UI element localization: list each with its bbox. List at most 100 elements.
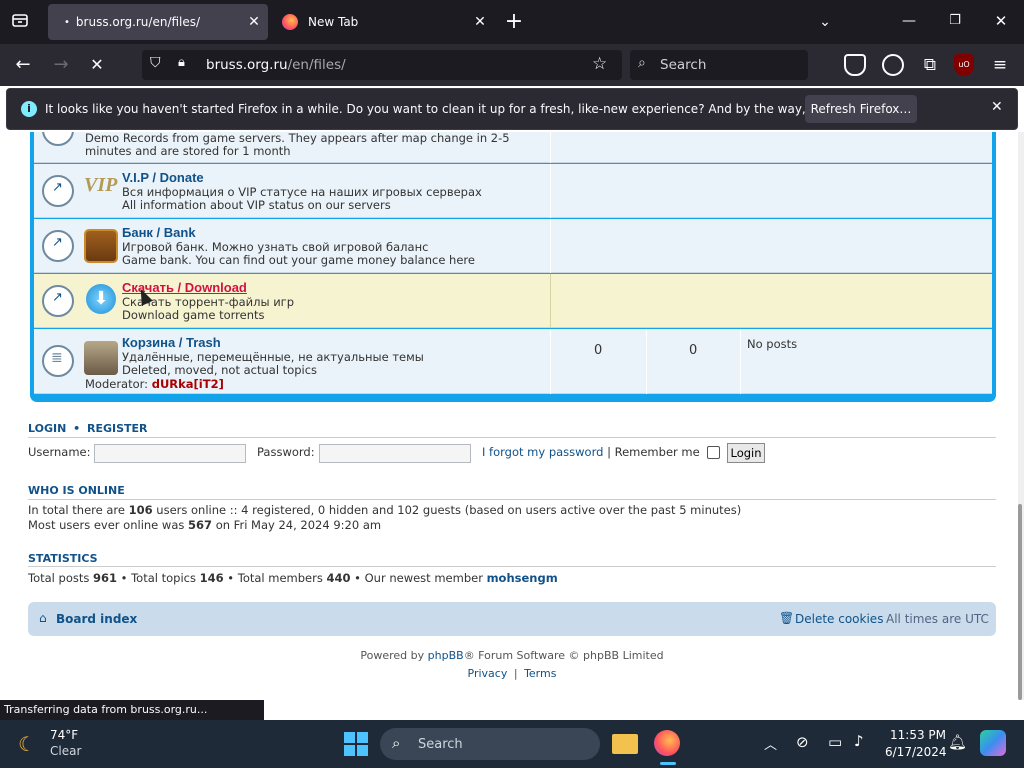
network-off-icon[interactable]: ⊘ <box>796 733 809 751</box>
download-arrow-icon: ⬇ <box>86 284 116 314</box>
taskbar-search-placeholder: Search <box>418 737 463 752</box>
home-icon: ⌂ <box>39 611 47 625</box>
menu-hamburger-icon[interactable]: ≡ <box>988 52 1012 78</box>
search-bar[interactable]: ⌕ Search <box>630 50 808 80</box>
copyright: Powered by phpBB® Forum Software © phpBB… <box>360 649 664 662</box>
login-options: I forgot my password | Remember me <box>482 445 700 459</box>
file-explorer-icon[interactable] <box>612 734 638 754</box>
phpbb-link[interactable]: phpBB <box>428 649 464 662</box>
forum-description: Игровой банк. Можно узнать свой игровой … <box>122 240 475 267</box>
ublock-origin-icon[interactable]: uO <box>954 54 974 76</box>
extensions-puzzle-icon[interactable]: ⧉ <box>918 52 942 78</box>
board-index-link[interactable]: Board index <box>56 612 137 626</box>
topics-count: 0 <box>594 343 603 358</box>
forward-icon[interactable]: → <box>48 52 74 78</box>
clock-date[interactable]: 6/17/2024 <box>885 745 947 759</box>
remember-me-label: Remember me <box>614 445 700 459</box>
notification-text: It looks like you haven't started Firefo… <box>45 102 901 116</box>
notification-bar: i It looks like you haven't started Fire… <box>6 88 1018 130</box>
info-icon: i <box>21 101 37 117</box>
forum-row-bank[interactable]: ↗ Банк / Bank Игровой банк. Можно узнать… <box>34 219 992 273</box>
firefox-icon <box>282 14 298 30</box>
online-total: In total there are 106 users online :: 4… <box>28 503 742 517</box>
moderator-line: Moderator: dURka[iT2] <box>85 377 224 391</box>
privacy-link[interactable]: Privacy <box>468 667 508 680</box>
forum-row-trash[interactable]: ≣ Корзина / Trash Удалённые, перемещённы… <box>34 329 992 394</box>
forum-title-bank[interactable]: Банк / Bank <box>122 225 196 240</box>
url-path: /en/files/ <box>287 57 346 73</box>
lock-icon[interactable]: 🔒︎ <box>178 55 185 70</box>
last-post: No posts <box>747 337 798 351</box>
notifications-bell-icon[interactable]: 🔔︎ <box>948 733 967 751</box>
refresh-firefox-button[interactable]: Refresh Firefox… <box>805 95 917 123</box>
footer-links: Privacy | Terms <box>467 667 557 680</box>
forum-title-vip[interactable]: V.I.P / Donate <box>122 170 204 185</box>
bookmark-star-icon[interactable]: ☆ <box>592 54 607 74</box>
minimize-icon[interactable]: — <box>896 8 922 34</box>
statistics-line: Total posts 961 • Total topics 146 • Tot… <box>28 571 558 585</box>
close-tab-icon[interactable]: ✕ <box>466 14 494 30</box>
username-field[interactable] <box>94 444 246 463</box>
vip-image: VIP <box>84 174 118 196</box>
forum-row-download[interactable]: ↗ ⬇ Скачать / Download Скачать торрент-ф… <box>34 274 992 328</box>
forgot-password-link[interactable]: I forgot my password <box>482 445 603 459</box>
tab-title: bruss.org.ru/en/files/ <box>75 15 201 29</box>
clock-time[interactable]: 11:53 PM <box>890 728 946 742</box>
trash-pile-icon <box>84 341 118 375</box>
close-tab-icon[interactable]: ✕ <box>240 14 268 30</box>
forum-description: Demo Records from game servers. They app… <box>85 132 510 158</box>
newest-member-link[interactable]: mohsengm <box>487 571 558 585</box>
terms-link[interactable]: Terms <box>524 667 556 680</box>
account-icon[interactable] <box>882 54 904 76</box>
register-link[interactable]: REGISTER <box>87 422 148 435</box>
treasure-chest-icon <box>84 229 118 263</box>
shield-icon[interactable]: ⛉ <box>150 55 161 71</box>
list-all-tabs-chevron-icon[interactable]: ⌄ <box>812 10 838 34</box>
tab-new-tab[interactable]: New Tab ✕ <box>272 4 494 40</box>
weather-condition[interactable]: Clear <box>50 744 81 758</box>
forum-link-icon: ↗ <box>42 230 74 262</box>
search-icon: ⌕ <box>638 55 646 71</box>
pocket-icon[interactable] <box>844 54 866 76</box>
page-scrollbar[interactable] <box>1018 132 1024 700</box>
close-window-icon[interactable]: ✕ <box>988 8 1014 34</box>
password-label: Password: <box>257 445 315 459</box>
forum-row-vip[interactable]: ↗ VIP V.I.P / Donate Вся информация о VI… <box>34 164 992 218</box>
trash-icon: 🗑︎ <box>779 611 795 625</box>
moderator-link[interactable]: dURka[iT2] <box>152 377 224 391</box>
username-label: Username: <box>28 445 91 459</box>
windows-start-icon[interactable] <box>344 732 368 756</box>
page-content: Demo Records from game servers. They app… <box>0 132 1018 700</box>
scrollbar-thumb[interactable] <box>1018 504 1022 700</box>
show-hidden-icons-chevron[interactable]: ︿ <box>764 734 777 753</box>
forum-title-trash[interactable]: Корзина / Trash <box>122 335 221 350</box>
active-app-indicator <box>660 762 676 765</box>
statistics-heading: STATISTICS <box>28 552 98 565</box>
tab-bar: • bruss.org.ru/en/files/ ✕ New Tab ✕ + ⌄… <box>0 0 1024 44</box>
restore-icon[interactable]: ❐ <box>942 8 968 34</box>
forum-row-demos[interactable]: Demo Records from game servers. They app… <box>34 132 992 163</box>
tab-active[interactable]: • bruss.org.ru/en/files/ ✕ <box>48 4 268 40</box>
timezone-text: All times are UTC <box>886 612 989 626</box>
login-register-links: LOGIN • REGISTER <box>28 422 148 435</box>
remember-me-checkbox[interactable] <box>707 446 720 459</box>
firefox-taskbar-icon[interactable] <box>654 730 680 756</box>
new-tab-plus-icon[interactable]: + <box>502 8 526 36</box>
delete-cookies-link[interactable]: Delete cookies <box>795 612 883 626</box>
password-field[interactable] <box>319 444 471 463</box>
display-icon[interactable]: ▭ <box>828 733 842 751</box>
copilot-icon[interactable] <box>980 730 1006 756</box>
stop-reload-icon[interactable]: ✕ <box>84 52 110 78</box>
volume-icon[interactable]: ♪ <box>854 732 864 750</box>
taskbar-search-box[interactable]: ⌕ Search <box>380 728 600 760</box>
search-input: Search <box>660 57 707 73</box>
address-bar[interactable]: ⛉ 🔒︎ bruss.org.ru/en/files/ ☆ <box>142 50 622 80</box>
login-button[interactable]: Login <box>727 443 765 463</box>
close-notification-icon[interactable]: ✕ <box>991 99 1003 115</box>
back-icon[interactable]: ← <box>10 52 36 78</box>
temperature[interactable]: 74°F <box>50 728 78 742</box>
forum-description: Удалённые, перемещённые, не актуальные т… <box>122 350 424 377</box>
tab-manager-icon[interactable] <box>8 10 32 34</box>
forum-list: Demo Records from game servers. They app… <box>30 132 996 402</box>
login-link[interactable]: LOGIN <box>28 422 66 435</box>
